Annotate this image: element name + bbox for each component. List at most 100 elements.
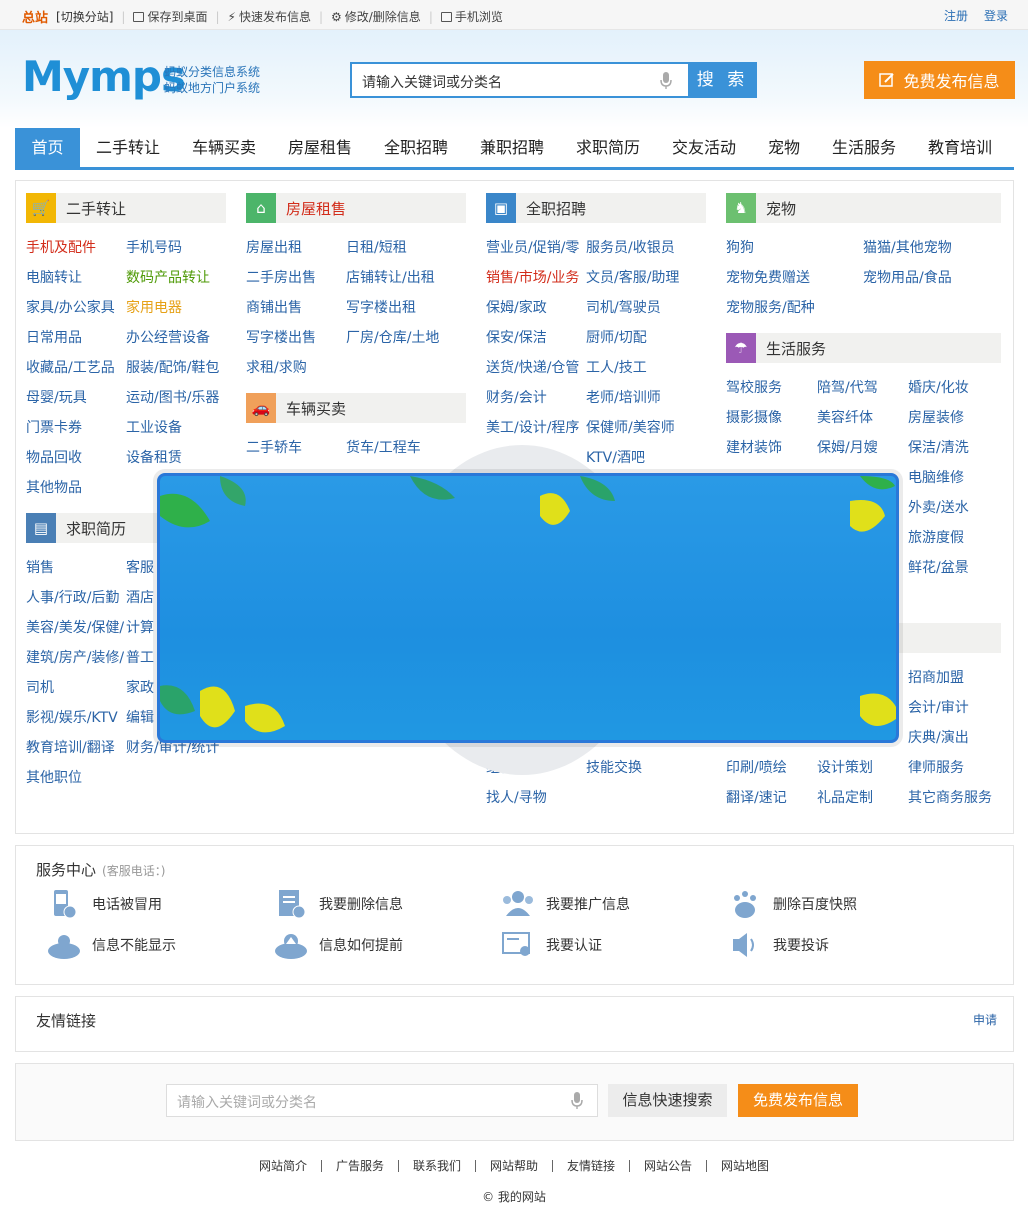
link[interactable]: 母婴/玩具 xyxy=(26,383,126,413)
login-link[interactable]: 登录 xyxy=(984,7,1008,24)
link[interactable]: 服装/配饰/鞋包 xyxy=(126,353,236,383)
link[interactable]: 厂房/仓库/土地 xyxy=(346,323,466,353)
service-delete-baidu[interactable]: 删除百度快照 xyxy=(727,888,857,920)
link[interactable]: 司机/驾驶员 xyxy=(586,293,706,323)
link[interactable]: 影视/娱乐/KTV xyxy=(26,703,126,733)
link[interactable]: 手机号码 xyxy=(126,233,236,263)
link[interactable]: 家用电器 xyxy=(126,293,236,323)
link[interactable]: 送货/快递/仓管 xyxy=(486,353,586,383)
register-link[interactable]: 注册 xyxy=(944,7,968,24)
link[interactable]: 物品回收 xyxy=(26,443,126,473)
link[interactable]: 美工/设计/程序 xyxy=(486,413,586,443)
link[interactable]: 运动/图书/乐器 xyxy=(126,383,236,413)
footer-link[interactable]: 网站简介 xyxy=(245,1160,322,1172)
service-phone-misused[interactable]: 电话被冒用 xyxy=(46,888,162,920)
apply-link[interactable]: 申请 xyxy=(973,1011,997,1028)
site-home-link[interactable]: 总站 xyxy=(22,7,48,26)
mobile-link[interactable]: 手机浏览 xyxy=(440,8,503,25)
bottom-search-input[interactable]: 请输入关键词或分类名 xyxy=(166,1084,598,1117)
post-info-button[interactable]: 免费发布信息 xyxy=(864,61,1015,99)
link[interactable]: 商铺出售 xyxy=(246,293,346,323)
section-chongwu[interactable]: ♞ 宠物 xyxy=(726,193,1001,223)
link[interactable]: 保洁/清洗 xyxy=(908,433,1001,463)
link[interactable]: 技能交换 xyxy=(586,753,706,783)
section-cheliang[interactable]: 🚗 车辆买卖 xyxy=(246,393,466,423)
link[interactable]: 厨师/切配 xyxy=(586,323,706,353)
link[interactable]: 其它商务服务 xyxy=(908,783,1008,813)
section-shenghuo[interactable]: ☂ 生活服务 xyxy=(726,333,1001,363)
logo[interactable]: Mymps xyxy=(22,52,186,101)
link[interactable]: 陪驾/代驾 xyxy=(817,373,908,403)
link[interactable]: 其他职位 xyxy=(26,763,126,793)
link[interactable]: 房屋装修 xyxy=(908,403,1001,433)
link[interactable]: 电脑维修 xyxy=(908,463,1001,493)
footer-link[interactable]: 友情链接 xyxy=(553,1160,631,1172)
link[interactable]: 人事/行政/后勤 xyxy=(26,583,126,613)
link[interactable]: 工人/技工 xyxy=(586,353,706,383)
nav-jiaoyu[interactable]: 教育培训 xyxy=(912,128,1008,167)
link[interactable]: 旅游度假 xyxy=(908,523,1001,553)
link[interactable]: 建材装饰 xyxy=(726,433,817,463)
link[interactable]: 猫猫/其他宠物 xyxy=(863,233,1001,263)
section-quanzhi[interactable]: ▣ 全职招聘 xyxy=(486,193,706,223)
search-input[interactable]: 请输入关键词或分类名 xyxy=(350,62,688,98)
link[interactable]: 保姆/家政 xyxy=(486,293,586,323)
nav-ershou[interactable]: 二手转让 xyxy=(80,128,176,167)
link[interactable]: 收藏品/工艺品 xyxy=(26,353,126,383)
nav-shenghuo[interactable]: 生活服务 xyxy=(816,128,912,167)
link[interactable]: 狗狗 xyxy=(726,233,863,263)
link[interactable]: 二手房出售 xyxy=(246,263,346,293)
link[interactable]: 文员/客服/助理 xyxy=(586,263,706,293)
link[interactable]: 找人/寻物 xyxy=(486,783,586,813)
link[interactable]: 手机及配件 xyxy=(26,233,126,263)
nav-fangwu[interactable]: 房屋租售 xyxy=(272,128,368,167)
footer-link[interactable]: 联系我们 xyxy=(399,1160,476,1172)
link[interactable]: 宠物免费赠送 xyxy=(726,263,863,293)
link[interactable]: 二手轿车 xyxy=(246,433,346,463)
link[interactable]: 财务/会计 xyxy=(486,383,586,413)
service-info-not-shown[interactable]: 信息不能显示 xyxy=(46,929,176,961)
link[interactable]: 宠物服务/配种 xyxy=(726,293,863,323)
link[interactable]: 会计/审计 xyxy=(908,693,1008,723)
link[interactable]: 建筑/房产/装修/ xyxy=(26,643,126,673)
link[interactable]: 摄影摄像 xyxy=(726,403,817,433)
link[interactable]: 房屋出租 xyxy=(246,233,346,263)
service-complain[interactable]: 我要投诉 xyxy=(727,929,829,961)
link[interactable]: 其他物品 xyxy=(26,473,126,503)
link[interactable]: 鲜花/盆景 xyxy=(908,553,1001,583)
link[interactable]: 婚庆/化妆 xyxy=(908,373,1001,403)
service-promote-info[interactable]: 我要推广信息 xyxy=(500,888,630,920)
footer-link[interactable]: 广告服务 xyxy=(322,1160,399,1172)
link[interactable]: 保安/保洁 xyxy=(486,323,586,353)
link[interactable]: 教育培训/翻译 xyxy=(26,733,126,763)
link[interactable]: 销售/市场/业务 xyxy=(486,263,586,293)
nav-chongwu[interactable]: 宠物 xyxy=(752,128,816,167)
floating-ad[interactable] xyxy=(157,473,899,743)
link[interactable]: 门票卡券 xyxy=(26,413,126,443)
link[interactable]: 服务员/收银员 xyxy=(586,233,706,263)
link[interactable]: 礼品定制 xyxy=(817,783,908,813)
link[interactable]: 电脑转让 xyxy=(26,263,126,293)
footer-link[interactable]: 网站帮助 xyxy=(476,1160,553,1172)
link[interactable]: 营业员/促销/零 xyxy=(486,233,586,263)
microphone-icon[interactable] xyxy=(660,72,672,90)
nav-jiaoyou[interactable]: 交友活动 xyxy=(656,128,752,167)
link[interactable]: 设计策划 xyxy=(817,753,908,783)
link[interactable]: 翻译/速记 xyxy=(726,783,817,813)
save-desktop-link[interactable]: 保存到桌面 xyxy=(133,8,207,25)
footer-link[interactable]: 网站公告 xyxy=(630,1160,708,1172)
link[interactable]: 求租/求购 xyxy=(246,353,346,383)
quick-post-link[interactable]: ⚡ 快速发布信息 xyxy=(228,8,311,25)
search-button[interactable]: 搜 索 xyxy=(688,62,757,98)
link[interactable]: 驾校服务 xyxy=(726,373,817,403)
link[interactable]: 律师服务 xyxy=(908,753,1008,783)
link[interactable]: 日租/短租 xyxy=(346,233,466,263)
quick-search-button[interactable]: 信息快速搜索 xyxy=(608,1084,727,1117)
link[interactable]: 写字楼出租 xyxy=(346,293,466,323)
link[interactable]: 庆典/演出 xyxy=(908,723,1008,753)
link[interactable]: 办公经营设备 xyxy=(126,323,236,353)
link[interactable]: 店铺转让/出租 xyxy=(346,263,466,293)
section-fangwu[interactable]: ⌂ 房屋租售 xyxy=(246,193,466,223)
section-ershou[interactable]: 🛒 二手转让 xyxy=(26,193,226,223)
microphone-icon[interactable] xyxy=(571,1092,583,1110)
